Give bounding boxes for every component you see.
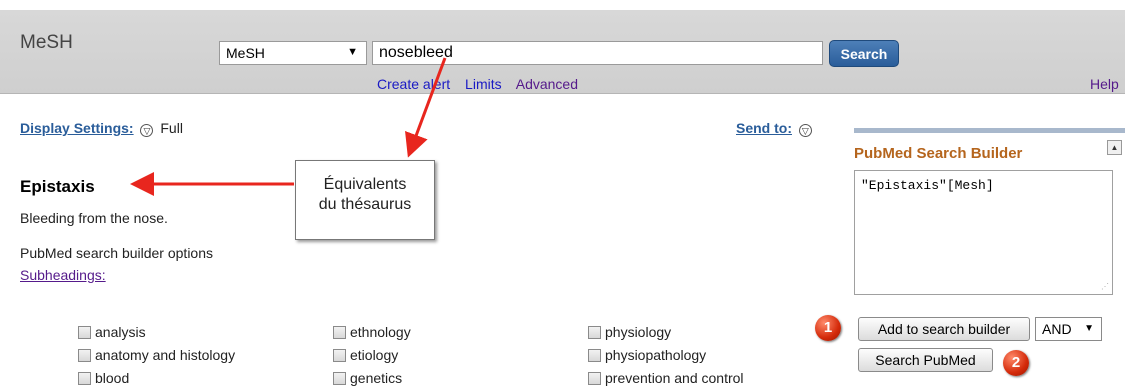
checkbox-icon[interactable] bbox=[78, 372, 91, 385]
search-sublinks: Create alert Limits Advanced bbox=[377, 76, 589, 92]
subheading-checkbox[interactable]: anatomy and histology bbox=[78, 347, 235, 363]
checkbox-icon[interactable] bbox=[78, 349, 91, 362]
app-title: MeSH bbox=[20, 32, 73, 53]
search-button[interactable]: Search bbox=[829, 40, 899, 67]
send-to-label[interactable]: Send to: bbox=[736, 120, 792, 136]
boolean-operator-value: AND bbox=[1042, 321, 1072, 337]
checkbox-icon[interactable] bbox=[333, 326, 346, 339]
callout-line-2: du thésaurus bbox=[318, 196, 412, 213]
checkbox-icon[interactable] bbox=[78, 326, 91, 339]
subheading-label: ethnology bbox=[350, 324, 411, 340]
subheading-label: genetics bbox=[350, 370, 403, 386]
subheading-checkbox[interactable]: prevention and control bbox=[588, 370, 744, 386]
checkbox-icon[interactable] bbox=[588, 349, 601, 362]
subheading-checkbox[interactable]: etiology bbox=[333, 347, 398, 363]
search-input[interactable]: nosebleed bbox=[372, 41, 823, 65]
create-alert-link[interactable]: Create alert bbox=[377, 76, 450, 92]
chevron-down-icon[interactable]: ▽ bbox=[140, 124, 154, 137]
collapse-icon[interactable]: ▲ bbox=[1107, 140, 1122, 155]
resize-grip-icon[interactable]: ⋰ bbox=[1101, 282, 1109, 292]
builder-query-text: "Epistaxis"[Mesh] bbox=[861, 178, 994, 193]
display-settings[interactable]: Display Settings: ▽ Full bbox=[20, 120, 183, 137]
subheading-label: blood bbox=[95, 370, 130, 386]
builder-options-heading: PubMed search builder options bbox=[20, 245, 214, 261]
subheadings-link[interactable]: Subheadings: bbox=[20, 267, 106, 283]
database-select[interactable]: MeSH ▼ bbox=[219, 41, 367, 65]
subheading-checkbox[interactable]: physiology bbox=[588, 324, 671, 340]
term-title: Epistaxis bbox=[20, 177, 95, 196]
send-to[interactable]: Send to: ▽ bbox=[736, 120, 815, 137]
subheading-label: physiopathology bbox=[605, 347, 707, 363]
subheading-label: etiology bbox=[350, 347, 399, 363]
checkbox-icon[interactable] bbox=[588, 372, 601, 385]
advanced-link[interactable]: Advanced bbox=[516, 76, 578, 92]
dropdown-arrow-icon: ▼ bbox=[1084, 323, 1094, 334]
step-marker-1: 1 bbox=[815, 315, 841, 341]
top-strip bbox=[0, 0, 1125, 10]
dropdown-arrow-icon: ▼ bbox=[347, 46, 358, 58]
limits-link[interactable]: Limits bbox=[465, 76, 502, 92]
subheading-label: analysis bbox=[95, 324, 146, 340]
subheading-checkbox[interactable]: analysis bbox=[78, 324, 146, 340]
help-link[interactable]: Help bbox=[1090, 76, 1119, 92]
display-settings-label[interactable]: Display Settings: bbox=[20, 120, 134, 136]
search-pubmed-button[interactable]: Search PubMed bbox=[858, 348, 993, 372]
add-to-search-builder-button[interactable]: Add to search builder bbox=[858, 317, 1030, 341]
subheading-checkbox[interactable]: physiopathology bbox=[588, 347, 706, 363]
builder-title: PubMed Search Builder bbox=[854, 145, 1023, 162]
annotation-callout: Équivalents du thésaurus bbox=[295, 160, 435, 240]
step-marker-2: 2 bbox=[1003, 350, 1029, 376]
boolean-operator-select[interactable]: AND ▼ bbox=[1035, 317, 1102, 341]
subheading-checkbox[interactable]: blood bbox=[78, 370, 129, 386]
callout-line-1: Équivalents bbox=[323, 176, 407, 193]
term-description: Bleeding from the nose. bbox=[20, 210, 168, 226]
subheading-label: physiology bbox=[605, 324, 672, 340]
search-header: MeSH MeSH ▼ nosebleed Search Create aler… bbox=[0, 10, 1125, 94]
subheading-label: prevention and control bbox=[605, 370, 744, 386]
database-select-value: MeSH bbox=[226, 45, 265, 61]
subheading-label: anatomy and histology bbox=[95, 347, 236, 363]
subheading-checkbox[interactable]: genetics bbox=[333, 370, 402, 386]
chevron-down-icon[interactable]: ▽ bbox=[798, 124, 812, 137]
checkbox-icon[interactable] bbox=[588, 326, 601, 339]
checkbox-icon[interactable] bbox=[333, 349, 346, 362]
subheading-checkbox[interactable]: ethnology bbox=[333, 324, 411, 340]
display-settings-value: Full bbox=[160, 120, 183, 136]
checkbox-icon[interactable] bbox=[333, 372, 346, 385]
builder-panel-bar bbox=[854, 128, 1125, 133]
builder-query-textarea[interactable]: "Epistaxis"[Mesh] ⋰ bbox=[854, 170, 1113, 295]
